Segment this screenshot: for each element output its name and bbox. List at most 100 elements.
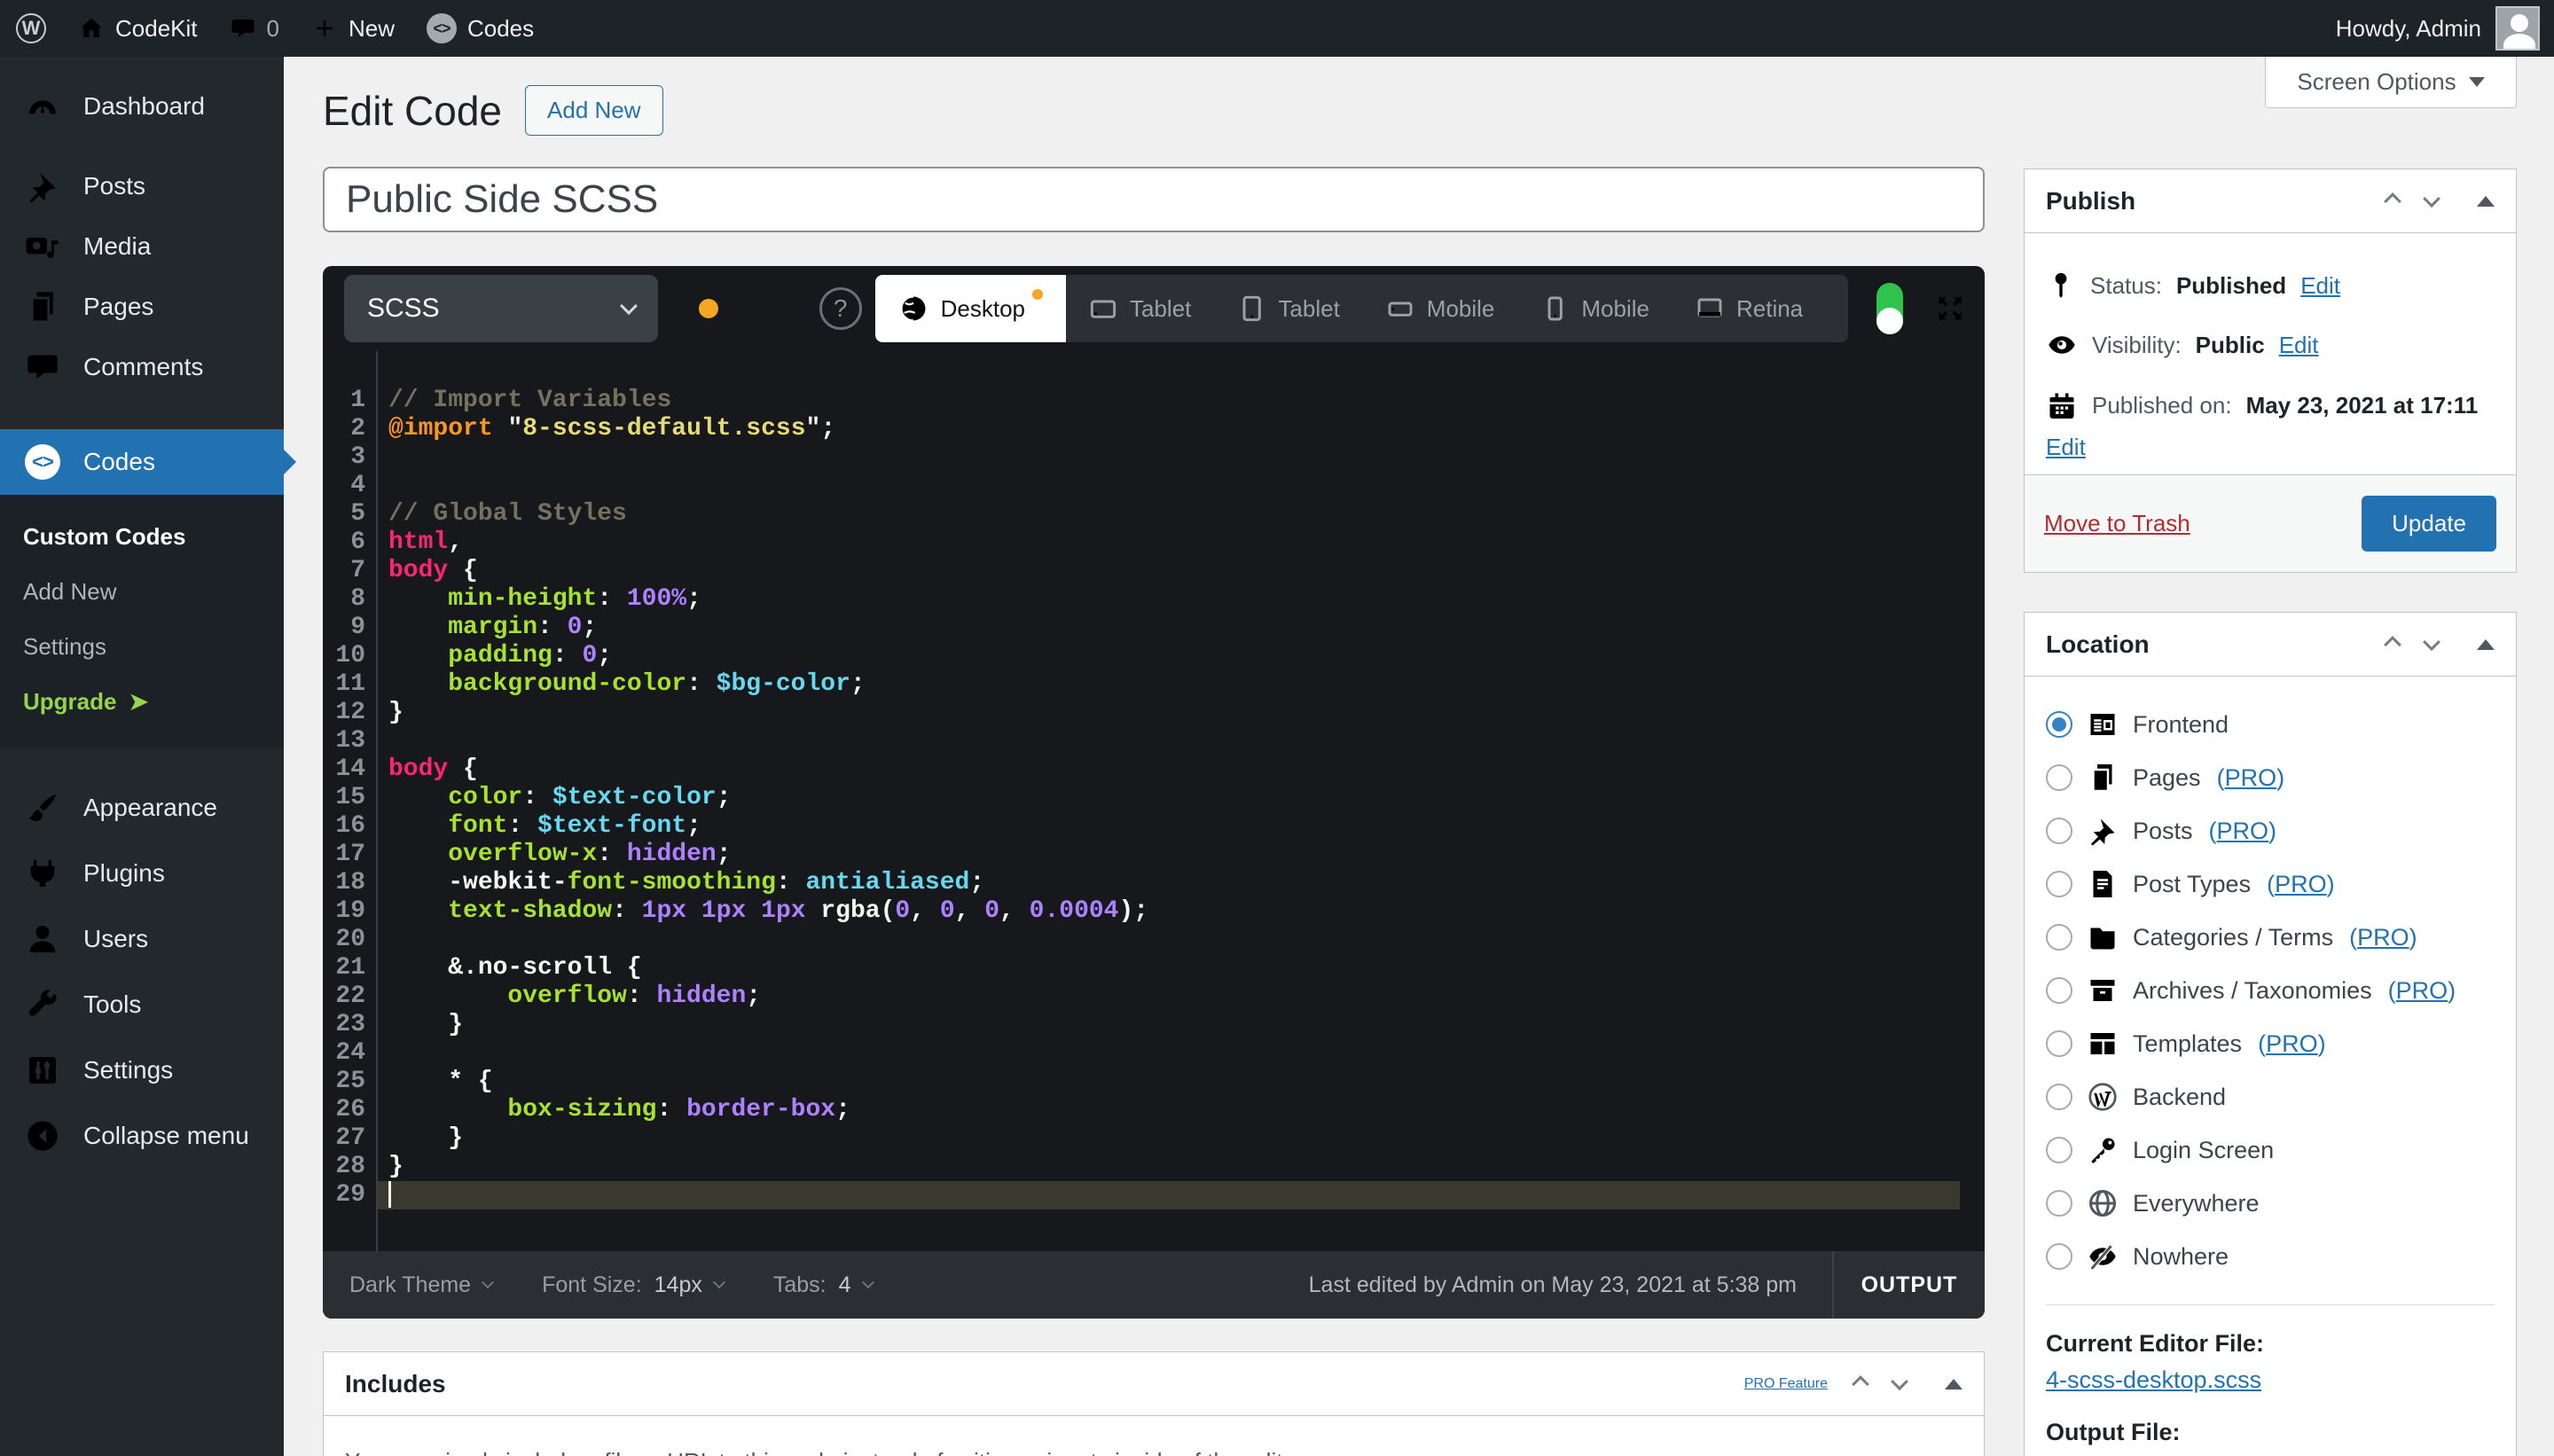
code-area[interactable]: 1 // Import Variables 2 @import "8-scss-def… xyxy=(323,351,1985,1251)
sidebar-collapse-menu[interactable]: Collapse menu xyxy=(0,1103,284,1169)
theme-select[interactable]: Dark Theme xyxy=(349,1272,495,1298)
move-up-icon[interactable] xyxy=(1852,1374,1869,1393)
radio[interactable] xyxy=(2046,1243,2072,1270)
code-line[interactable]: 13 xyxy=(323,727,1985,755)
code-line[interactable]: 26 box-sizing: border-box; xyxy=(323,1096,1985,1124)
radio[interactable] xyxy=(2046,1030,2072,1057)
submenu-item-custom-codes[interactable]: Custom Codes xyxy=(0,509,284,564)
code-line[interactable]: 4 xyxy=(323,472,1985,500)
code-line[interactable]: 19 text-shadow: 1px 1px 1px rgba(0, 0, 0… xyxy=(323,897,1985,926)
code-line[interactable]: 9 margin: 0; xyxy=(323,614,1985,642)
sidebar-item-settings[interactable]: Settings xyxy=(0,1037,284,1103)
tab-tablet-portrait[interactable]: Tablet xyxy=(1214,275,1362,342)
update-button[interactable]: Update xyxy=(2362,496,2496,552)
pro-link[interactable]: PRO xyxy=(2357,924,2409,951)
code-line[interactable]: 2 @import "8-scss-default.scss"; xyxy=(323,415,1985,443)
fullscreen-icon[interactable] xyxy=(1933,292,1967,325)
radio[interactable] xyxy=(2046,924,2072,951)
code-line[interactable]: 17 overflow-x: hidden; xyxy=(323,841,1985,869)
code-line[interactable]: 25 * { xyxy=(323,1068,1985,1096)
submenu-item-add-new[interactable]: Add New xyxy=(0,564,284,619)
editor-toggle-switch[interactable] xyxy=(1876,283,1903,334)
code-line[interactable]: 7 body { xyxy=(323,557,1985,585)
wp-logo-menu[interactable]: W xyxy=(0,0,62,57)
code-line[interactable]: 21 &.no-scroll { xyxy=(323,954,1985,982)
sidebar-item-users[interactable]: Users xyxy=(0,906,284,972)
add-new-button[interactable]: Add New xyxy=(525,85,663,136)
code-line[interactable]: 3 xyxy=(323,443,1985,472)
code-line[interactable]: 5 // Global Styles xyxy=(323,500,1985,528)
panel-toggle-icon[interactable] xyxy=(2477,195,2495,207)
tab-mobile-landscape[interactable]: Mobile xyxy=(1363,275,1518,342)
panel-toggle-icon[interactable] xyxy=(2477,638,2495,650)
new-menu[interactable]: New xyxy=(295,0,411,57)
sidebar-item-comments[interactable]: Comments xyxy=(0,337,284,397)
font-size-select[interactable]: Font Size: 14px xyxy=(542,1272,725,1298)
code-line[interactable]: 29 xyxy=(323,1181,1985,1209)
edit-published-link[interactable]: Edit xyxy=(2046,434,2086,460)
radio[interactable] xyxy=(2046,871,2072,897)
site-name-menu[interactable]: CodeKit xyxy=(62,0,214,57)
move-down-icon[interactable] xyxy=(1891,1372,1908,1390)
submenu-item-settings[interactable]: Settings xyxy=(0,619,284,674)
code-line[interactable]: 15 color: $text-color; xyxy=(323,784,1985,812)
codes-menu[interactable]: <> Codes xyxy=(411,0,550,57)
radio[interactable] xyxy=(2046,764,2072,791)
sidebar-item-tools[interactable]: Tools xyxy=(0,972,284,1037)
help-icon[interactable]: ? xyxy=(819,287,862,330)
code-line[interactable]: 16 font: $text-font; xyxy=(323,812,1985,841)
edit-visibility-link[interactable]: Edit xyxy=(2279,332,2319,359)
radio[interactable] xyxy=(2046,1084,2072,1110)
radio-selected[interactable] xyxy=(2046,711,2072,738)
screen-options-button[interactable]: Screen Options xyxy=(2265,57,2517,108)
submenu-item-upgrade[interactable]: Upgrade ➤ xyxy=(0,674,284,729)
pro-link[interactable]: PRO xyxy=(2225,764,2277,791)
code-line[interactable]: 20 xyxy=(323,926,1985,954)
pro-feature-link[interactable]: PRO Feature xyxy=(1744,1376,1828,1392)
sidebar-item-posts[interactable]: Posts xyxy=(0,156,284,216)
code-title-input[interactable] xyxy=(323,167,1985,232)
radio[interactable] xyxy=(2046,977,2072,1004)
sidebar-item-appearance[interactable]: Appearance xyxy=(0,775,284,841)
pro-link[interactable]: PRO xyxy=(2396,977,2448,1004)
code-line[interactable]: 28} xyxy=(323,1153,1985,1181)
pro-link[interactable]: PRO xyxy=(2275,871,2327,897)
panel-toggle-icon[interactable] xyxy=(1945,1378,1963,1389)
avatar[interactable] xyxy=(2495,6,2540,51)
tab-mobile-portrait[interactable]: Mobile xyxy=(1517,275,1673,342)
move-up-icon[interactable] xyxy=(2384,635,2401,654)
sidebar-item-plugins[interactable]: Plugins xyxy=(0,841,284,906)
code-line[interactable]: 10 padding: 0; xyxy=(323,642,1985,670)
sidebar-item-codes[interactable]: <> Codes xyxy=(0,429,296,495)
move-to-trash-link[interactable]: Move to Trash xyxy=(2044,510,2190,537)
sidebar-item-pages[interactable]: Pages xyxy=(0,277,284,337)
code-line[interactable]: 18 -webkit-font-smoothing: antialiased; xyxy=(323,869,1985,897)
pro-link[interactable]: PRO xyxy=(2266,1030,2318,1057)
code-line[interactable]: 6 html, xyxy=(323,528,1985,557)
current-editor-file-link[interactable]: 4-scss-desktop.scss xyxy=(2046,1366,2261,1393)
howdy-text[interactable]: Howdy, Admin xyxy=(2336,15,2481,43)
radio[interactable] xyxy=(2046,818,2072,844)
code-line[interactable]: 8 min-height: 100%; xyxy=(323,585,1985,614)
tab-desktop[interactable]: Desktop xyxy=(874,275,1067,342)
code-line[interactable]: 22 overflow: hidden; xyxy=(323,982,1985,1011)
move-up-icon[interactable] xyxy=(2384,192,2401,210)
code-line[interactable]: 11 background-color: $bg-color; xyxy=(323,670,1985,699)
code-line[interactable]: 12} xyxy=(323,699,1985,727)
code-line[interactable]: 23 } xyxy=(323,1011,1985,1039)
code-line[interactable]: 1 // Import Variables xyxy=(323,387,1985,415)
radio[interactable] xyxy=(2046,1137,2072,1163)
move-down-icon[interactable] xyxy=(2423,632,2440,651)
comments-menu[interactable]: 0 xyxy=(214,0,295,57)
pro-link[interactable]: PRO xyxy=(2217,818,2269,844)
code-line[interactable]: 24 xyxy=(323,1039,1985,1068)
tab-tablet-landscape[interactable]: Tablet xyxy=(1066,275,1214,342)
sidebar-item-dashboard[interactable]: Dashboard xyxy=(0,76,284,137)
code-line[interactable]: 14 body { xyxy=(323,755,1985,784)
output-tab[interactable]: OUTPUT xyxy=(1834,1272,1985,1298)
edit-status-link[interactable]: Edit xyxy=(2300,272,2340,300)
tab-retina[interactable]: Retina xyxy=(1673,275,1826,342)
language-select[interactable]: SCSS xyxy=(344,275,658,342)
radio[interactable] xyxy=(2046,1190,2072,1217)
tabs-select[interactable]: Tabs: 4 xyxy=(773,1272,874,1298)
